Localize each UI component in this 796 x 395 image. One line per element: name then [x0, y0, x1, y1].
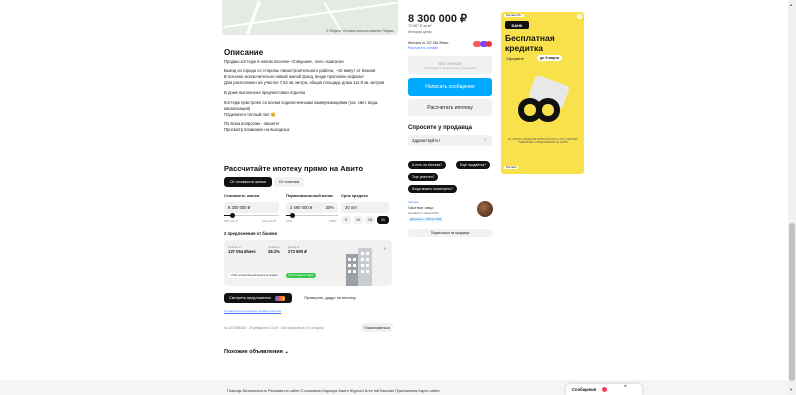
- initial-input[interactable]: 2 490 000 ₽ 30%: [286, 202, 338, 213]
- bank-logo: БАНК: [505, 21, 529, 29]
- bank-logos-icon: [274, 295, 285, 301]
- term-input[interactable]: 20 лет: [341, 202, 389, 213]
- info-icon[interactable]: i: [577, 14, 582, 19]
- map-road: [246, 0, 261, 35]
- messages-label: Сообщения: [572, 387, 597, 392]
- initial-label: Первоначальный взнос: [286, 193, 334, 198]
- price-history-link[interactable]: История цены: [408, 30, 432, 34]
- mortgage-from: Ипотека от 137 054 ₽/мес: [408, 41, 449, 45]
- seller-since: На Авито с июня 2017: [408, 211, 439, 215]
- map-caption: © Яндекс Условия использования Яндекс: [326, 29, 394, 33]
- term-option[interactable]: 15: [365, 216, 375, 224]
- cost-min: 500 тыс ₽: [224, 219, 238, 223]
- income-value: 273 850 ₽: [288, 249, 307, 254]
- scroll-down-icon[interactable]: ▼: [789, 387, 793, 392]
- ad-banner[interactable]: Реклама 18+ i БАНК Бесплатная кредитка О…: [501, 12, 584, 174]
- initial-max: 100%: [329, 219, 337, 223]
- calc-mortgage-button[interactable]: Рассчитать ипотеку: [408, 99, 492, 116]
- term-option[interactable]: 5: [341, 216, 351, 224]
- chevron-up-icon[interactable]: ^: [624, 385, 627, 391]
- quick-question-chip[interactable]: Ещё продаётся?: [456, 161, 491, 169]
- quick-question-chip[interactable]: Торг уместен?: [408, 173, 439, 181]
- description-line: Коттедж пристроен со всеми подключенными…: [224, 100, 379, 111]
- offers-title: 2 предложения от банков: [224, 231, 277, 236]
- initial-percent: 30%: [325, 205, 334, 210]
- building-illustration-icon: [342, 246, 376, 286]
- price-per-meter: 72 607 ₽ за м²: [408, 24, 432, 28]
- no-calls-sub: Пользователь предпочитает сообщения: [423, 65, 477, 70]
- description-line: Дом расположен на участке 7,52 кв. метра…: [224, 80, 385, 85]
- notification-dot-icon: [602, 387, 607, 392]
- cost-label: Стоимость жилья: [224, 193, 260, 198]
- ad-label: Реклама 18+: [504, 14, 524, 17]
- report-button[interactable]: Пожаловаться: [361, 323, 393, 332]
- term-option[interactable]: 10: [353, 216, 363, 224]
- terms-link[interactable]: Условия использования сервиса ипотеки: [224, 309, 281, 313]
- chevron-right-icon[interactable]: ›: [384, 246, 386, 252]
- ask-seller-input[interactable]: Здравствуйте!: [408, 135, 492, 146]
- subscribe-button[interactable]: Подписаться на продавца: [408, 229, 492, 237]
- scroll-up-icon[interactable]: ▲: [789, 2, 793, 7]
- rate-value: 28.2%: [268, 249, 280, 254]
- credit-card-illustration-icon: [513, 74, 573, 134]
- seller-type: Частное лицо: [408, 205, 434, 210]
- no-calls-button: Без звонков Пользователь предпочитает со…: [408, 56, 492, 74]
- initial-slider-handle[interactable]: [290, 213, 295, 218]
- ad-sub: Оформите: [506, 57, 524, 61]
- seller-kind[interactable]: Частник: [408, 200, 418, 204]
- cost-slider-handle[interactable]: [230, 213, 235, 218]
- write-message-button[interactable]: Написать сообщение: [408, 78, 492, 96]
- description-text: Продаю коттедж в новом поселке «Совушки»…: [224, 59, 404, 133]
- offer-tag: −0.3% за бесплатный выпуск по кредиту: [228, 273, 281, 278]
- quick-question-chip[interactable]: Когда можно посмотреть?: [408, 185, 457, 193]
- map-road: [222, 1, 398, 29]
- view-offers-button[interactable]: Смотреть предложения: [224, 293, 292, 303]
- mortgage-calc-link[interactable]: Рассчитать онлайн: [408, 46, 438, 50]
- check-mortgage-button[interactable]: Проверить, дадут ли ипотеку: [296, 293, 364, 303]
- bank-logo-icon: [486, 41, 492, 47]
- description-title: Описание: [224, 48, 264, 57]
- ask-seller-title: Спросите у продавца: [408, 125, 472, 131]
- term-option-selected[interactable]: 20: [377, 216, 389, 224]
- initial-min: 10%: [286, 219, 293, 223]
- location-map[interactable]: © Яндекс Условия использования Яндекс: [222, 0, 398, 35]
- initial-value: 2 490 000 ₽: [290, 205, 313, 210]
- scrollbar-thumb[interactable]: [789, 223, 795, 381]
- offer-tag-green: 0,3% ставка по банку: [286, 273, 316, 278]
- mortgage-title: Рассчитайте ипотеку прямо на Авито: [224, 164, 364, 173]
- description-line: Просмотр возможен на выходных: [224, 127, 290, 132]
- quick-question-chip[interactable]: А есть ли ипотека?: [408, 161, 447, 169]
- ad-until: до 9 марта: [537, 55, 562, 61]
- similar-title[interactable]: Похожие объявления ⌄: [224, 349, 289, 355]
- avatar[interactable]: [477, 201, 493, 217]
- tab-from-cost[interactable]: От стоимости жилья: [224, 177, 272, 187]
- ad-headline: Бесплатная кредитка: [505, 33, 555, 53]
- send-icon[interactable]: »: [484, 137, 487, 143]
- seller-badge: Документы · 3000 м² 2024: [408, 217, 444, 222]
- messages-widget[interactable]: Сообщения ^: [566, 384, 642, 395]
- bank-offer-card[interactable]: Платеж от 137 054 ₽/мес Ставка от 28.2% …: [224, 240, 392, 286]
- ad-corner-label: Реклама: [504, 166, 519, 169]
- term-label: Срок кредита: [341, 193, 368, 198]
- ad-meta: № 4272986343 · 28 февраля в 10:19 · 236 …: [224, 326, 324, 330]
- tab-from-payment[interactable]: От платежа: [274, 177, 304, 187]
- cost-input[interactable]: 8 300 000 ₽: [224, 202, 279, 213]
- ad-fine-print: АО «ТБАНК» ЛИЦЕНЗИЯ БАНКА РОССИИ № 2673.…: [507, 138, 579, 144]
- footer-links[interactable]: Помощь Безопасность Реклама на сайте О к…: [227, 389, 440, 393]
- payment-value: 137 054 ₽/мес: [228, 249, 256, 254]
- cost-max: 100 млн ₽: [262, 219, 277, 223]
- view-offers-label: Смотреть предложения: [229, 296, 271, 300]
